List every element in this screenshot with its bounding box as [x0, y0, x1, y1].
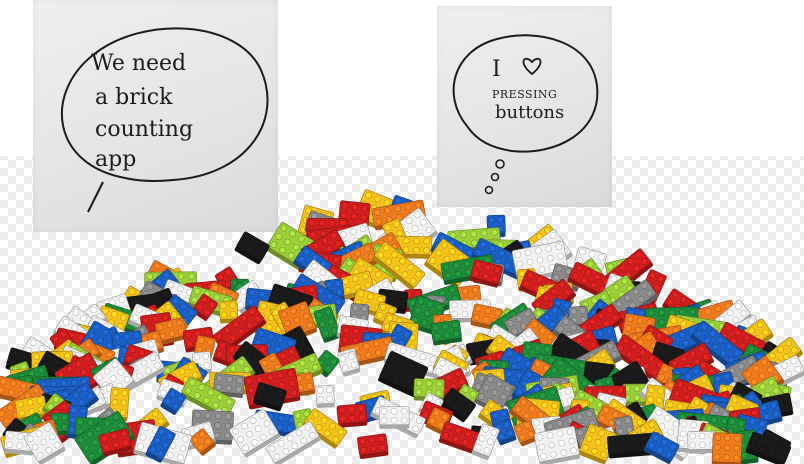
- lego-brick: [315, 385, 335, 409]
- lego-brick: [336, 403, 368, 428]
- bricks-group: [0, 189, 804, 464]
- lego-brick: [357, 433, 389, 459]
- lego-brick: [378, 406, 410, 429]
- lego-brick: [430, 319, 463, 346]
- lego-brick: [234, 231, 270, 265]
- lego-brick: [711, 432, 743, 464]
- lego-brick-pile: [0, 189, 804, 464]
